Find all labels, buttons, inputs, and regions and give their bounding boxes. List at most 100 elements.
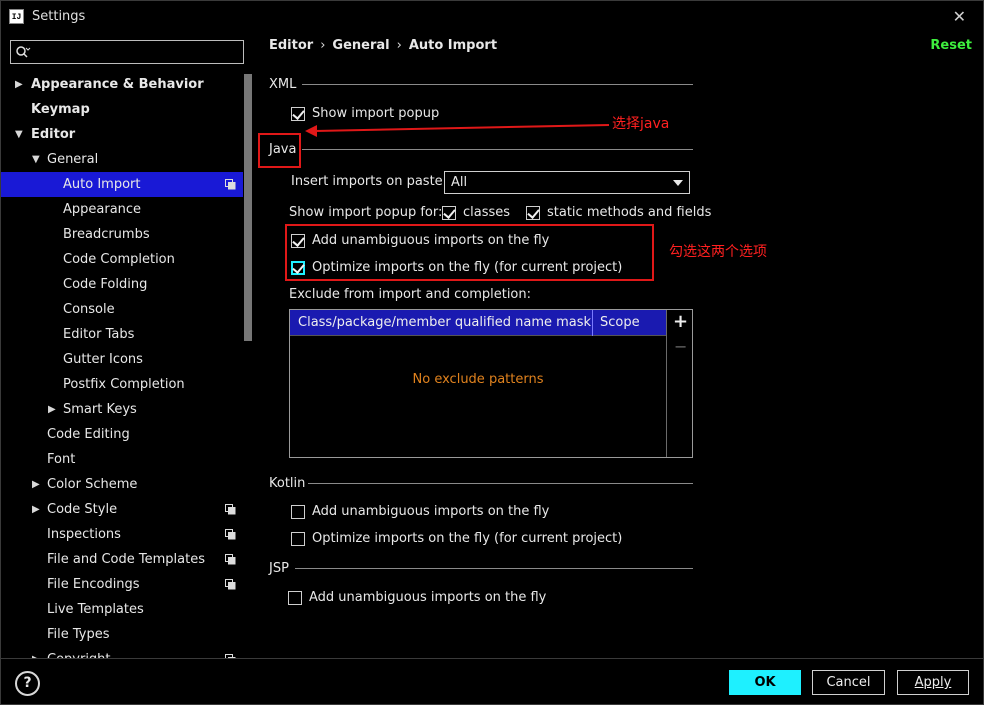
cancel-button[interactable]: Cancel bbox=[812, 670, 885, 695]
checkbox-box[interactable] bbox=[288, 591, 302, 605]
sidebar-item-file-types[interactable]: File Types bbox=[1, 622, 243, 647]
xml-section-divider bbox=[302, 84, 693, 85]
checkbox-box[interactable] bbox=[291, 505, 305, 519]
close-icon[interactable]: ✕ bbox=[953, 7, 966, 26]
search-icon bbox=[16, 46, 31, 58]
help-icon[interactable]: ? bbox=[15, 671, 40, 696]
empty-table-text: No exclude patterns bbox=[412, 372, 544, 387]
settings-window: IJ Settings ✕ ▶ Appearance & Behavior Keym… bbox=[0, 0, 984, 705]
sidebar-item-code-completion[interactable]: Code Completion bbox=[1, 247, 243, 272]
chevron-right-icon[interactable]: ▶ bbox=[48, 397, 56, 422]
chevron-down-icon bbox=[673, 180, 683, 186]
sidebar-item-label: File and Code Templates bbox=[47, 552, 205, 567]
add-pattern-button[interactable]: + bbox=[673, 311, 688, 332]
breadcrumb: Editor › General › Auto Import bbox=[269, 38, 497, 53]
sidebar-item-label: Live Templates bbox=[47, 602, 144, 617]
checkbox-box[interactable] bbox=[442, 206, 456, 220]
checkbox-box[interactable] bbox=[291, 532, 305, 546]
footer-divider bbox=[1, 658, 984, 659]
exclude-table-body[interactable]: Class/package/member qualified name mask… bbox=[290, 310, 667, 457]
window-title: Settings bbox=[32, 9, 86, 24]
sidebar-item-label: Code Folding bbox=[63, 277, 148, 292]
sidebar-item-label: File Encodings bbox=[47, 577, 140, 592]
breadcrumb-separator: › bbox=[396, 38, 402, 53]
breadcrumb-auto-import: Auto Import bbox=[408, 38, 498, 53]
chevron-down-icon[interactable]: ▼ bbox=[15, 122, 23, 147]
sidebar-item-label: Editor bbox=[31, 127, 76, 142]
chevron-right-icon[interactable]: ▶ bbox=[15, 72, 23, 97]
ok-button[interactable]: OK bbox=[729, 670, 801, 695]
java-section-divider bbox=[302, 149, 693, 150]
exclude-table-header: Class/package/member qualified name mask… bbox=[290, 310, 666, 336]
sidebar-item-label: Inspections bbox=[47, 527, 121, 542]
sidebar-item-live-templates[interactable]: Live Templates bbox=[1, 597, 243, 622]
sidebar-item-code-folding[interactable]: Code Folding bbox=[1, 272, 243, 297]
checkbox-box[interactable] bbox=[526, 206, 540, 220]
title-bar: IJ Settings ✕ bbox=[1, 1, 983, 33]
sidebar-item-file-encodings[interactable]: File Encodings bbox=[1, 572, 243, 597]
chevron-down-icon[interactable]: ▼ bbox=[32, 147, 40, 172]
insert-on-paste-value: All bbox=[451, 175, 468, 190]
insert-on-paste-label: Insert imports on paste: bbox=[291, 174, 448, 189]
sidebar-item-gutter-icons[interactable]: Gutter Icons bbox=[1, 347, 243, 372]
project-scope-icon bbox=[225, 579, 236, 590]
sidebar-item-label: Keymap bbox=[31, 102, 90, 117]
sidebar-item-breadcrumbs[interactable]: Breadcrumbs bbox=[1, 222, 243, 247]
insert-on-paste-select[interactable]: All bbox=[444, 171, 690, 194]
sidebar-item-appearance-behavior[interactable]: ▶ Appearance & Behavior bbox=[1, 72, 243, 97]
sidebar-item-label: File Types bbox=[47, 627, 110, 642]
chevron-right-icon[interactable]: ▶ bbox=[32, 472, 40, 497]
checkbox-label: Add unambiguous imports on the fly bbox=[309, 590, 547, 605]
breadcrumb-general[interactable]: General bbox=[332, 38, 389, 53]
exclude-table: Class/package/member qualified name mask… bbox=[289, 309, 693, 458]
exclude-label: Exclude from import and completion: bbox=[289, 287, 531, 302]
sidebar-item-code-style[interactable]: ▶ Code Style bbox=[1, 497, 243, 522]
sidebar-item-label: Postfix Completion bbox=[63, 377, 185, 392]
sidebar-item-appearance[interactable]: Appearance bbox=[1, 197, 243, 222]
sidebar-item-color-scheme[interactable]: ▶ Color Scheme bbox=[1, 472, 243, 497]
sidebar-item-console[interactable]: Console bbox=[1, 297, 243, 322]
apply-button[interactable]: Apply bbox=[897, 670, 969, 695]
column-header-mask[interactable]: Class/package/member qualified name mask bbox=[298, 315, 591, 330]
sidebar-item-inspections[interactable]: Inspections bbox=[1, 522, 243, 547]
sidebar-item-copyright[interactable]: ▶ Copyright bbox=[1, 647, 243, 658]
sidebar-item-label: Smart Keys bbox=[63, 402, 137, 417]
sidebar-item-keymap[interactable]: Keymap bbox=[1, 97, 243, 122]
annotation-arrow-icon bbox=[305, 124, 610, 137]
sidebar-item-label: Color Scheme bbox=[47, 477, 138, 492]
jsp-section-title: JSP bbox=[269, 561, 289, 576]
search-input[interactable] bbox=[33, 43, 233, 61]
jsp-section-divider bbox=[295, 568, 693, 569]
sidebar-item-editor-tabs[interactable]: Editor Tabs bbox=[1, 322, 243, 347]
search-field[interactable] bbox=[10, 40, 244, 64]
sidebar-item-label: Console bbox=[63, 302, 115, 317]
breadcrumb-separator: › bbox=[320, 38, 326, 53]
settings-tree: ▶ Appearance & Behavior Keymap ▼ Editor ▼ Gene… bbox=[1, 72, 243, 658]
sidebar-item-postfix-completion[interactable]: Postfix Completion bbox=[1, 372, 243, 397]
xml-section-title: XML bbox=[269, 77, 297, 92]
sidebar-item-label: Appearance bbox=[63, 202, 142, 217]
annotation-options-box bbox=[285, 224, 654, 281]
sidebar-item-label: Code Completion bbox=[63, 252, 175, 267]
sidebar-item-auto-import[interactable]: Auto Import bbox=[1, 172, 243, 197]
sidebar-item-label: Gutter Icons bbox=[63, 352, 143, 367]
sidebar-item-label: Code Style bbox=[47, 502, 118, 517]
reset-link[interactable]: Reset bbox=[930, 38, 972, 53]
breadcrumb-editor[interactable]: Editor bbox=[269, 38, 313, 53]
chevron-right-icon[interactable]: ▶ bbox=[32, 497, 40, 522]
checkbox-label: static methods and fields bbox=[547, 205, 712, 220]
column-header-scope[interactable]: Scope bbox=[600, 315, 640, 330]
project-scope-icon bbox=[225, 504, 236, 515]
sidebar-item-font[interactable]: Font bbox=[1, 447, 243, 472]
sidebar-item-file-and-code-templates[interactable]: File and Code Templates bbox=[1, 547, 243, 572]
sidebar-item-general[interactable]: ▼ General bbox=[1, 147, 243, 172]
column-separator bbox=[592, 310, 593, 336]
remove-pattern-button[interactable]: − bbox=[674, 337, 687, 356]
sidebar-scrollbar[interactable] bbox=[244, 74, 252, 341]
sidebar-item-label: Auto Import bbox=[63, 177, 141, 192]
chevron-right-icon[interactable]: ▶ bbox=[32, 647, 40, 658]
sidebar-item-smart-keys[interactable]: ▶ Smart Keys bbox=[1, 397, 243, 422]
show-popup-for-label: Show import popup for: bbox=[289, 205, 443, 220]
sidebar-item-editor[interactable]: ▼ Editor bbox=[1, 122, 243, 147]
sidebar-item-code-editing[interactable]: Code Editing bbox=[1, 422, 243, 447]
